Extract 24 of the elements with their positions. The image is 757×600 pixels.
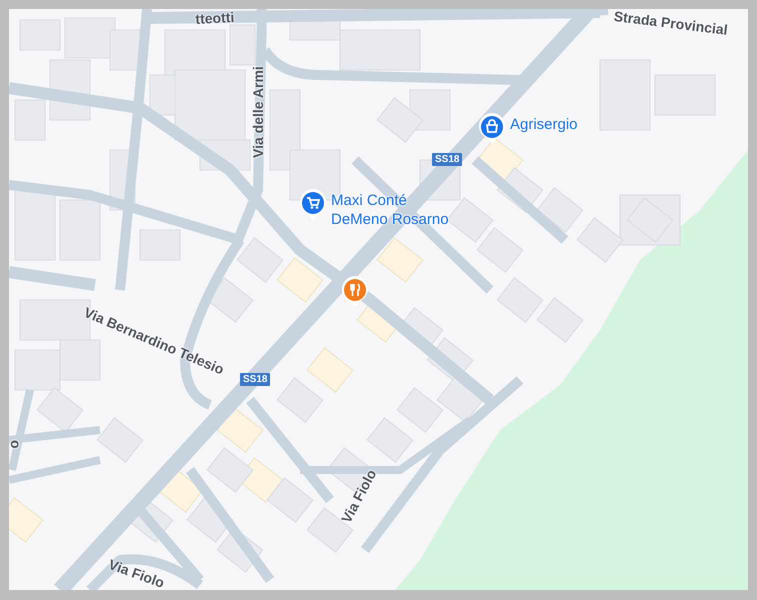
street-name: o bbox=[9, 440, 24, 449]
street-name: Via delle Armi bbox=[250, 66, 266, 158]
building bbox=[14, 350, 60, 390]
street-name: Via Fiolo bbox=[338, 466, 380, 526]
building bbox=[60, 200, 100, 260]
fork-knife-icon[interactable] bbox=[341, 276, 369, 308]
street-name: tteotti bbox=[195, 9, 235, 27]
building bbox=[140, 230, 180, 260]
building bbox=[654, 74, 716, 116]
road-shield: SS18 bbox=[432, 153, 462, 166]
building bbox=[20, 20, 60, 50]
place-name[interactable]: Maxi Conté bbox=[331, 191, 449, 210]
street-name: Via Fiolo bbox=[106, 556, 167, 590]
place-name[interactable]: DeMeno Rosarno bbox=[331, 210, 449, 229]
building bbox=[230, 24, 256, 66]
building bbox=[14, 190, 56, 260]
shopping-bag-icon[interactable] bbox=[478, 113, 506, 145]
place-name[interactable]: Agrisergio bbox=[510, 115, 578, 134]
building bbox=[600, 60, 650, 130]
building bbox=[410, 90, 450, 130]
building bbox=[14, 100, 46, 140]
street-name: Strada Provincial bbox=[613, 9, 729, 38]
shopping-cart-icon[interactable] bbox=[299, 189, 327, 221]
road-shield: SS18 bbox=[240, 373, 270, 386]
